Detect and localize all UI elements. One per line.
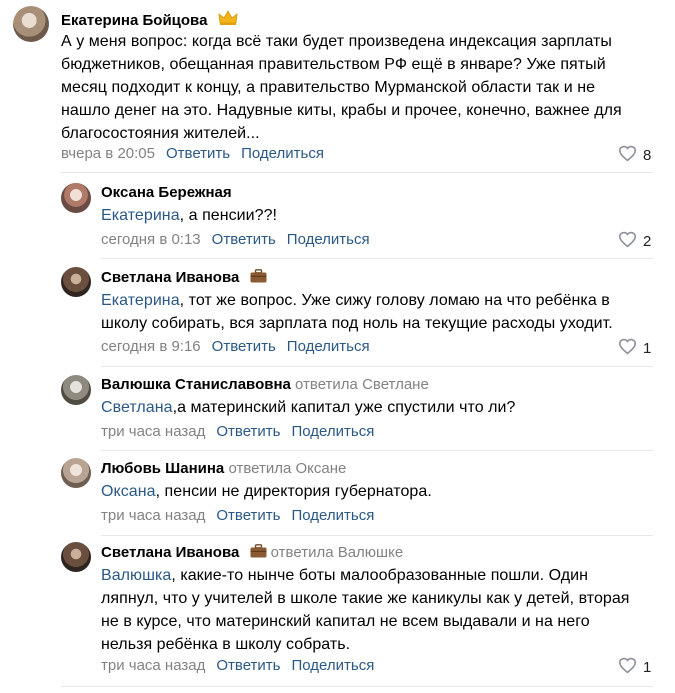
mention-link[interactable]: Оксана — [101, 483, 156, 500]
author-name[interactable]: Валюшка Станиславовна — [101, 376, 291, 393]
reply-button[interactable]: Ответить — [216, 507, 280, 524]
avatar[interactable] — [61, 183, 91, 213]
reply-button[interactable]: Ответить — [166, 145, 230, 162]
like-count: 8 — [643, 147, 652, 164]
comment-text: Светлана,а материнский капитал уже спуст… — [101, 399, 516, 416]
avatar[interactable] — [61, 542, 91, 572]
author-name[interactable]: Оксана Бережная — [101, 184, 232, 201]
avatar[interactable] — [61, 458, 91, 488]
share-button[interactable]: Поделиться — [241, 145, 324, 162]
briefcase-icon — [250, 269, 267, 288]
share-button[interactable]: Поделиться — [291, 657, 374, 674]
like-button[interactable]: 1 — [618, 338, 651, 359]
crown-icon — [218, 10, 238, 31]
divider — [101, 450, 653, 451]
like-button[interactable]: 2 — [618, 231, 651, 252]
reply-to-label[interactable]: ответила Оксане — [228, 460, 346, 477]
avatar[interactable] — [61, 267, 91, 297]
like-count: 2 — [643, 233, 652, 250]
divider — [101, 258, 653, 259]
mention-link[interactable]: Светлана — [101, 399, 173, 416]
share-button[interactable]: Поделиться — [291, 423, 374, 440]
divider — [61, 686, 653, 687]
reply-button[interactable]: Ответить — [212, 231, 276, 248]
share-button[interactable]: Поделиться — [291, 507, 374, 524]
author-name[interactable]: Светлана Иванова — [101, 269, 239, 286]
reply-button[interactable]: Ответить — [216, 657, 280, 674]
comment-text: Екатерина, тот же вопрос. Уже сижу голов… — [101, 292, 613, 332]
avatar[interactable] — [13, 6, 49, 42]
timestamp[interactable]: три часа назад — [101, 507, 205, 524]
timestamp[interactable]: три часа назад — [101, 423, 205, 440]
divider — [61, 172, 653, 173]
share-button[interactable]: Поделиться — [287, 231, 370, 248]
author-name[interactable]: Любовь Шанина — [101, 460, 224, 477]
heart-icon — [618, 338, 637, 359]
reply-to-label[interactable]: ответила Валюшке — [271, 544, 404, 561]
reply-button[interactable]: Ответить — [212, 338, 276, 355]
mention-link[interactable]: Валюшка — [101, 567, 171, 584]
briefcase-icon — [250, 544, 267, 563]
reply-to-label[interactable]: ответила Светлане — [295, 376, 429, 393]
timestamp[interactable]: вчера в 20:05 — [61, 145, 155, 162]
comment-text: Валюшка, какие-то нынче боты малообразов… — [101, 567, 630, 653]
share-button[interactable]: Поделиться — [287, 338, 370, 355]
like-button[interactable]: 1 — [618, 657, 651, 678]
like-count: 1 — [643, 340, 652, 357]
comment-text: Екатерина, а пенсии??! — [101, 207, 278, 224]
heart-icon — [618, 145, 637, 166]
mention-link[interactable]: Екатерина — [101, 207, 180, 224]
timestamp[interactable]: сегодня в 0:13 — [101, 231, 201, 248]
reply-button[interactable]: Ответить — [216, 423, 280, 440]
divider — [101, 366, 653, 367]
avatar[interactable] — [61, 375, 91, 405]
author-name[interactable]: Екатерина Бойцова — [61, 12, 207, 29]
like-button[interactable]: 8 — [618, 145, 651, 166]
comment-text: А у меня вопрос: когда всё таки будет пр… — [61, 33, 622, 142]
mention-link[interactable]: Екатерина — [101, 292, 180, 309]
author-name[interactable]: Светлана Иванова — [101, 544, 239, 561]
comment-text: Оксана, пенсии не директория губернатора… — [101, 483, 432, 500]
timestamp[interactable]: три часа назад — [101, 657, 205, 674]
timestamp[interactable]: сегодня в 9:16 — [101, 338, 201, 355]
heart-icon — [618, 657, 637, 678]
heart-icon — [618, 231, 637, 252]
like-count: 1 — [643, 659, 652, 676]
divider — [101, 535, 653, 536]
